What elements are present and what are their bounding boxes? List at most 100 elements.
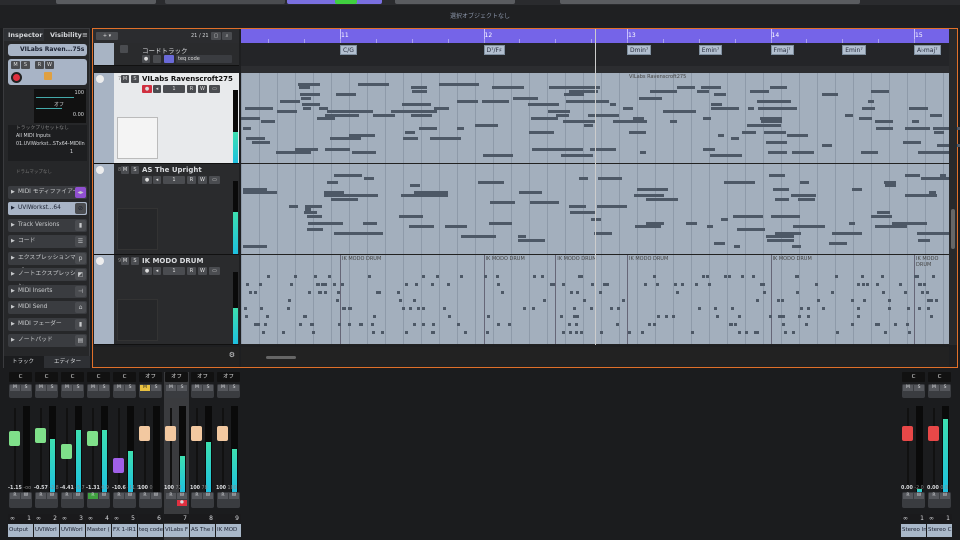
midi-note[interactable] — [863, 299, 866, 302]
midi-note[interactable] — [417, 307, 420, 310]
midi-note[interactable] — [650, 89, 677, 93]
midi-note[interactable] — [319, 106, 328, 110]
solo-button[interactable]: S — [940, 385, 950, 391]
midi-note[interactable] — [497, 283, 500, 286]
midi-note[interactable] — [489, 221, 512, 225]
midi-note[interactable] — [243, 127, 251, 131]
midi-note[interactable] — [294, 275, 297, 278]
midi-note[interactable] — [877, 323, 880, 326]
midi-note[interactable] — [368, 275, 371, 278]
record-button[interactable]: ● — [142, 176, 152, 184]
midi-note[interactable] — [413, 323, 416, 326]
read-button[interactable]: R — [88, 493, 98, 499]
midi-note[interactable] — [657, 315, 660, 318]
tab-track[interactable]: トラック — [4, 356, 44, 368]
midi-note[interactable] — [431, 283, 434, 286]
monitor-icon[interactable] — [96, 166, 104, 174]
midi-note[interactable] — [845, 113, 853, 117]
record-button[interactable]: ● — [142, 267, 152, 275]
midi-note[interactable] — [857, 315, 860, 318]
midi-note[interactable] — [629, 130, 646, 134]
solo-button[interactable]: S — [99, 385, 109, 391]
midi-note[interactable] — [857, 283, 860, 286]
midi-note[interactable] — [376, 291, 379, 294]
midi-note[interactable] — [861, 275, 864, 278]
midi-note[interactable] — [409, 225, 434, 228]
midi-note[interactable] — [529, 103, 559, 107]
midi-note[interactable] — [831, 291, 834, 294]
midi-note[interactable] — [531, 117, 558, 120]
midi-note[interactable] — [617, 307, 620, 310]
midi-note[interactable] — [817, 299, 820, 302]
midi-note[interactable] — [277, 110, 297, 114]
midi-note[interactable] — [264, 323, 267, 326]
section-instrument[interactable]: UVIWorkst...64 ⊘ — [8, 202, 87, 215]
fader-handle[interactable] — [35, 427, 46, 443]
transport-play[interactable] — [335, 0, 357, 4]
midi-note[interactable] — [871, 214, 892, 218]
edit-instrument-button[interactable]: ▭ — [209, 267, 220, 275]
midi-note[interactable] — [405, 283, 408, 286]
midi-note[interactable] — [921, 291, 924, 294]
midi-note[interactable] — [665, 315, 668, 318]
midi-note[interactable] — [399, 299, 402, 302]
midi-note[interactable] — [908, 331, 911, 334]
pan-control[interactable]: C — [35, 372, 58, 382]
volume-slider[interactable] — [36, 97, 74, 98]
pan-control[interactable]: オフ — [217, 372, 240, 382]
pan-control[interactable]: C — [61, 372, 84, 382]
write-button[interactable]: W — [177, 493, 187, 499]
midi-note[interactable] — [583, 299, 586, 302]
midi-note[interactable] — [918, 238, 930, 242]
monitor-button[interactable]: ◂ — [153, 85, 161, 93]
midi-note[interactable] — [763, 291, 766, 294]
midi-note[interactable] — [676, 291, 679, 294]
solo-button[interactable]: S — [203, 385, 213, 391]
midi-note[interactable] — [341, 93, 356, 97]
midi-note[interactable] — [731, 307, 734, 310]
midi-note[interactable] — [728, 275, 731, 278]
midi-note[interactable] — [682, 110, 696, 114]
midi-note[interactable] — [550, 283, 553, 286]
midi-note[interactable] — [756, 331, 759, 334]
pan-control[interactable]: C — [9, 372, 32, 382]
midi-note[interactable] — [616, 323, 619, 326]
midi-note[interactable] — [866, 283, 869, 286]
mixer-channel[interactable]: C MS -10.6 -11.5 RW ∞ 5 FX 1-IR1 — [112, 372, 140, 540]
midi-note[interactable] — [882, 291, 885, 294]
midi-note[interactable] — [405, 331, 408, 334]
fader-handle[interactable] — [139, 426, 150, 441]
fader-handle[interactable] — [87, 431, 98, 447]
section-track-versions[interactable]: Track Versions ▮ — [8, 219, 87, 232]
midi-note[interactable] — [262, 331, 265, 334]
midi-note[interactable] — [434, 106, 449, 110]
midi-note[interactable] — [340, 110, 373, 114]
section-expression-map[interactable]: エクスプレッションマップp — [8, 252, 87, 274]
midi-note[interactable] — [560, 315, 563, 318]
midi-note[interactable] — [681, 283, 684, 286]
midi-note[interactable] — [337, 291, 340, 294]
midi-note[interactable] — [646, 221, 664, 225]
midi-note[interactable] — [381, 331, 384, 334]
midi-note[interactable] — [411, 113, 432, 117]
midi-note[interactable] — [419, 127, 437, 131]
midi-note[interactable] — [254, 291, 257, 294]
fader-handle[interactable] — [113, 457, 124, 473]
midi-note[interactable] — [773, 187, 789, 191]
midi-note[interactable] — [724, 180, 755, 184]
midi-note[interactable] — [599, 291, 602, 294]
section-midi-send[interactable]: MIDI Send ⌂ — [8, 301, 87, 314]
midi-note[interactable] — [822, 307, 825, 310]
midi-note[interactable] — [594, 231, 612, 235]
midi-note[interactable] — [288, 299, 291, 302]
midi-note[interactable] — [914, 127, 930, 131]
midi-note[interactable] — [336, 299, 339, 302]
midi-note[interactable] — [580, 275, 583, 278]
midi-note[interactable] — [289, 204, 298, 208]
midi-note[interactable] — [686, 221, 697, 225]
section-midi-modifiers[interactable]: MIDI モディファイアー◂▸ — [8, 186, 87, 199]
inspector-sliders[interactable]: 100 オフ 0.00 — [34, 89, 86, 123]
midi-note[interactable] — [757, 100, 791, 103]
section-midi-fader[interactable]: MIDI フェーダー ▮ — [8, 318, 87, 331]
midi-note[interactable] — [590, 307, 593, 310]
